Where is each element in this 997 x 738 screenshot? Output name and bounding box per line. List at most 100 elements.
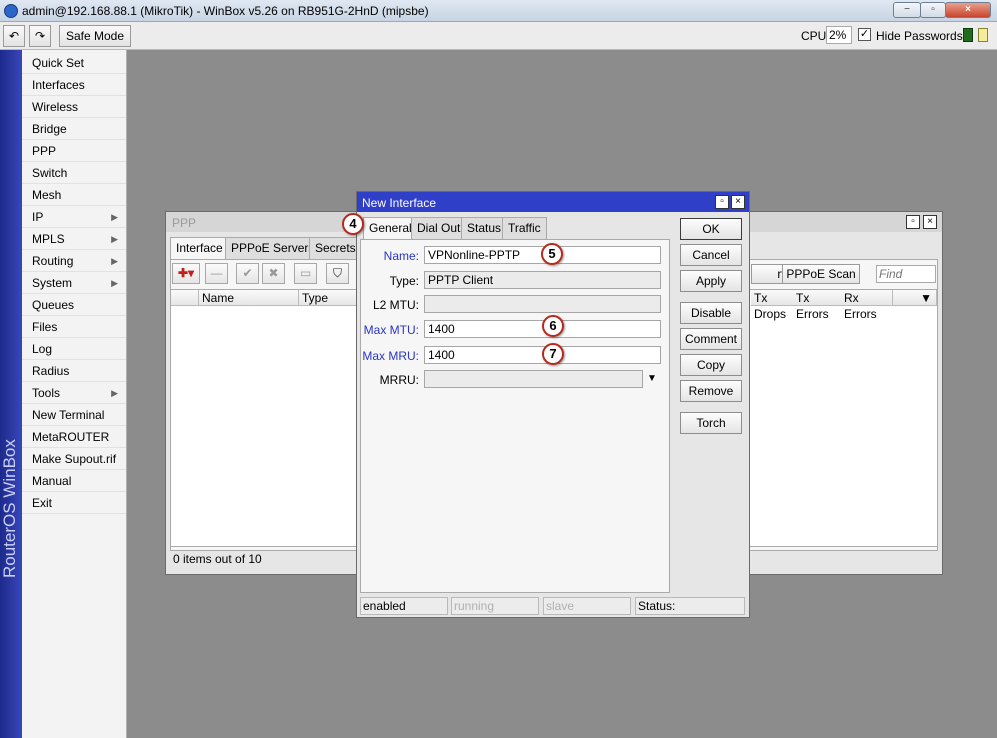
sidebar-item-wireless[interactable]: Wireless xyxy=(22,96,126,118)
window-title: admin@192.168.88.1 (MikroTik) - WinBox v… xyxy=(22,4,429,18)
hide-passwords-label: Hide Passwords xyxy=(876,29,963,43)
type-label: Type: xyxy=(389,274,419,288)
dialog-tabs: General Dial Out Status Traffic xyxy=(363,217,563,240)
sidebar-item-ip[interactable]: IP ▶ xyxy=(22,206,126,228)
tab-traffic[interactable]: Traffic xyxy=(502,217,547,239)
sidebar-item-label: MetaROUTER xyxy=(32,430,110,444)
submenu-arrow-icon: ▶ xyxy=(111,234,118,244)
disable-button[interactable]: ✖ xyxy=(262,263,285,284)
sidebar-item-label: System xyxy=(32,276,73,290)
comment-button[interactable]: ▭ xyxy=(294,263,317,284)
torch-button[interactable]: Torch xyxy=(680,412,742,434)
redo-button[interactable]: ↷ xyxy=(29,25,51,47)
submenu-arrow-icon: ▶ xyxy=(111,388,118,398)
sidebar-item-new-terminal[interactable]: New Terminal xyxy=(22,404,126,426)
dialog-status-bar: enabled running slave Status: xyxy=(357,593,749,617)
dialog-close-button[interactable]: × xyxy=(731,195,745,209)
column-header-tx-errors[interactable]: Tx Errors xyxy=(793,290,843,321)
sidebar-item-quick-set[interactable]: Quick Set xyxy=(22,52,126,74)
sidebar-item-make-supout[interactable]: Make Supout.rif xyxy=(22,448,126,470)
column-header-rx-errors[interactable]: Rx Errors xyxy=(841,290,893,321)
column-header-flag[interactable] xyxy=(171,290,199,306)
sidebar-item-switch[interactable]: Switch xyxy=(22,162,126,184)
copy-button[interactable]: Copy xyxy=(680,354,742,376)
submenu-arrow-icon: ▶ xyxy=(111,278,118,288)
sidebar-item-label: Routing xyxy=(32,254,74,268)
sidebar-item-label: Files xyxy=(32,320,58,334)
sidebar-item-label: MPLS xyxy=(32,232,65,246)
close-button[interactable]: × xyxy=(945,2,991,18)
sidebar-item-label: Manual xyxy=(32,474,72,488)
sidebar-item-interfaces[interactable]: Interfaces xyxy=(22,74,126,96)
comment-button[interactable]: Comment xyxy=(680,328,742,350)
max-mtu-label: Max MTU: xyxy=(363,323,419,337)
window-title-bar: admin@192.168.88.1 (MikroTik) - WinBox v… xyxy=(0,0,997,22)
sidebar-item-queues[interactable]: Queues xyxy=(22,294,126,316)
sidebar-item-metarouter[interactable]: MetaROUTER xyxy=(22,426,126,448)
dialog-maximize-button[interactable]: ▫ xyxy=(715,195,729,209)
cancel-button[interactable]: Cancel xyxy=(680,244,742,266)
sidebar-item-label: Queues xyxy=(32,298,75,312)
find-input[interactable] xyxy=(876,265,936,283)
tab-interface[interactable]: Interface xyxy=(170,237,229,260)
add-button[interactable]: ✚▾ xyxy=(172,263,200,284)
name-label: Name: xyxy=(383,249,419,263)
sidebar-item-manual[interactable]: Manual xyxy=(22,470,126,492)
sidebar-item-label: PPP xyxy=(32,144,57,158)
undo-icon: ↶ xyxy=(8,29,20,43)
sidebar-item-mesh[interactable]: Mesh xyxy=(22,184,126,206)
sidebar-item-ppp[interactable]: PPP xyxy=(22,140,126,162)
ppp-maximize-button[interactable]: ▫ xyxy=(906,215,920,229)
sidebar-item-tools[interactable]: Tools ▶ xyxy=(22,382,126,404)
annotation-badge-5: 5 xyxy=(541,243,563,265)
sidebar-item-log[interactable]: Log xyxy=(22,338,126,360)
tab-general[interactable]: General xyxy=(363,217,418,240)
enable-button[interactable]: ✔ xyxy=(236,263,259,284)
sidebar-item-label: Quick Set xyxy=(32,56,85,70)
sidebar-item-routing[interactable]: Routing ▶ xyxy=(22,250,126,272)
pppoe-scan-button[interactable]: PPPoE Scan xyxy=(782,264,860,284)
remove-button[interactable]: — xyxy=(205,263,228,284)
annotation-badge-7: 7 xyxy=(542,343,564,365)
status-slave: slave xyxy=(543,597,631,615)
sidebar-item-label: Switch xyxy=(32,166,68,180)
undo-button[interactable]: ↶ xyxy=(3,25,25,47)
mrru-dropdown-icon[interactable]: ▼ xyxy=(647,373,657,384)
column-chooser-dropdown-icon[interactable]: ▼ xyxy=(893,290,937,306)
winbox-app-icon xyxy=(4,4,18,18)
column-header-name[interactable]: Name xyxy=(199,290,299,306)
tab-pppoe-servers[interactable]: PPPoE Servers xyxy=(225,237,321,259)
submenu-arrow-icon: ▶ xyxy=(111,256,118,266)
sidebar-item-label: New Terminal xyxy=(32,408,105,422)
ppp-items-count: 0 items out of 10 xyxy=(173,552,262,566)
remove-button[interactable]: Remove xyxy=(680,380,742,402)
apply-button[interactable]: Apply xyxy=(680,270,742,292)
lock-icon xyxy=(978,28,988,42)
tab-dial-out[interactable]: Dial Out xyxy=(411,217,467,239)
cpu-value: 2% xyxy=(826,26,852,44)
minimize-button[interactable]: − xyxy=(893,2,921,18)
sidebar-item-radius[interactable]: Radius xyxy=(22,360,126,382)
ppp-close-button[interactable]: × xyxy=(923,215,937,229)
l2-mtu-field xyxy=(424,295,661,313)
dialog-title: New Interface xyxy=(362,196,437,210)
sidebar-item-system[interactable]: System ▶ xyxy=(22,272,126,294)
sidebar-item-label: IP xyxy=(32,210,44,224)
sidebar-item-bridge[interactable]: Bridge xyxy=(22,118,126,140)
sidebar-item-label: Mesh xyxy=(32,188,62,202)
sidebar-item-mpls[interactable]: MPLS ▶ xyxy=(22,228,126,250)
main-toolbar: ↶ ↷ Safe Mode CPU: 2% ✓ Hide Passwords xyxy=(0,22,997,50)
connection-status-icon xyxy=(963,28,973,42)
maximize-button[interactable]: ▫ xyxy=(920,2,946,18)
brand-text: RouterOS WinBox xyxy=(0,439,19,578)
tab-status[interactable]: Status xyxy=(461,217,508,239)
hide-passwords-checkbox[interactable]: ✓ xyxy=(858,28,871,41)
disable-button[interactable]: Disable xyxy=(680,302,742,324)
mrru-field[interactable] xyxy=(424,370,643,388)
ok-button[interactable]: OK xyxy=(680,218,742,240)
submenu-arrow-icon: ▶ xyxy=(111,212,118,222)
status-text: Status: xyxy=(635,597,745,615)
sidebar-item-exit[interactable]: Exit xyxy=(22,492,126,514)
sidebar-item-files[interactable]: Files xyxy=(22,316,126,338)
safe-mode-button[interactable]: Safe Mode xyxy=(59,25,131,47)
